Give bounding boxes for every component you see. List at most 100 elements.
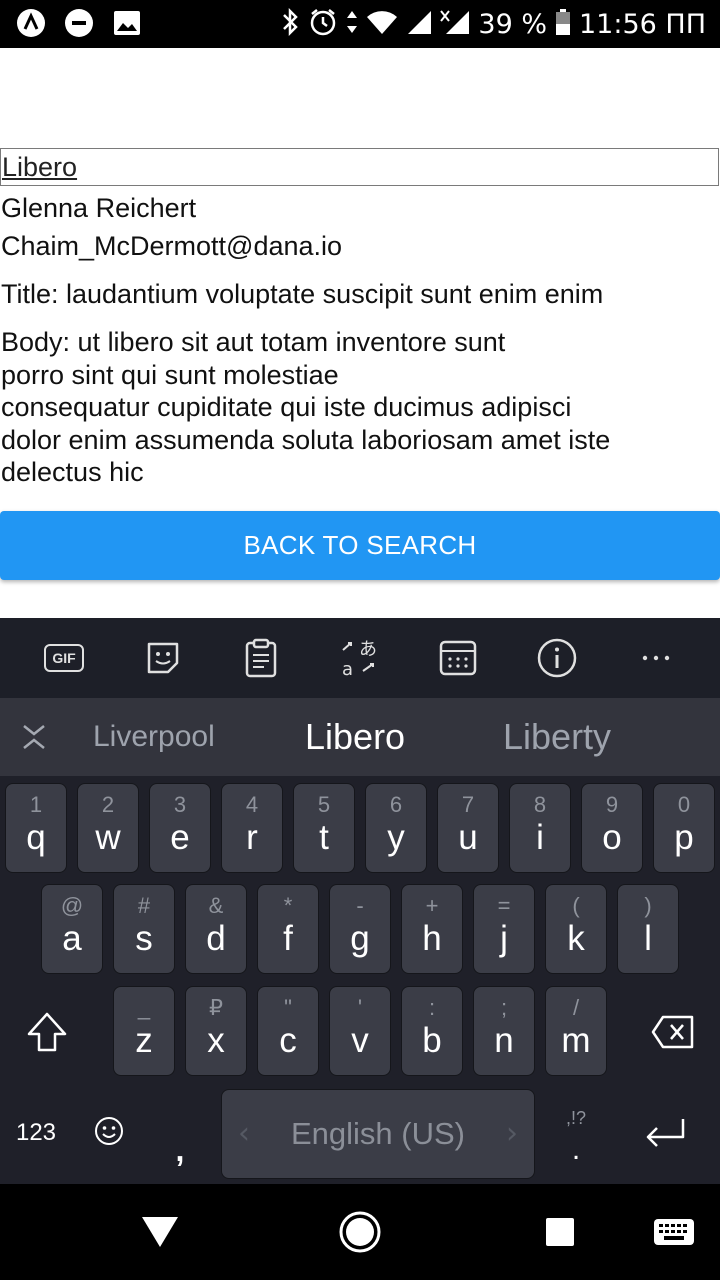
key-letter: m — [561, 1021, 591, 1060]
key-k[interactable]: (k — [545, 884, 607, 974]
result-title: Title: laudantium voluptate suscipit sun… — [1, 279, 604, 309]
sticker-icon[interactable] — [143, 638, 183, 678]
period-label: . — [571, 1132, 581, 1166]
key-d[interactable]: & d — [185, 884, 247, 974]
key-a[interactable]: @ a — [41, 884, 103, 974]
enter-icon[interactable] — [640, 1108, 692, 1158]
key-i[interactable]: 8i — [509, 783, 571, 873]
key-o[interactable]: 9o — [581, 783, 643, 873]
key-hint: @ — [60, 893, 84, 918]
key-g[interactable]: -g — [329, 884, 391, 974]
key-hint: ( — [572, 893, 580, 918]
suggestion-2[interactable]: Libero — [305, 698, 405, 776]
key-z[interactable]: _ z — [113, 986, 175, 1076]
key-m[interactable]: / m — [545, 986, 607, 1076]
result-email: Chaim_McDermott@dana.io — [1, 231, 343, 261]
numbers-key[interactable]: 123 — [10, 1108, 62, 1158]
key-letter: k — [567, 919, 585, 958]
key-letter: y — [387, 818, 405, 857]
key-hint: ) — [644, 893, 652, 918]
result-name: Glenna Reichert — [1, 193, 197, 223]
keyboard-switch-icon[interactable] — [650, 1208, 698, 1256]
key-letter: j — [500, 919, 508, 958]
comma-key[interactable]: , — [160, 1128, 200, 1172]
gif-icon[interactable]: GIF — [44, 638, 84, 678]
key-hint: : — [428, 995, 436, 1020]
key-hint: - — [356, 893, 364, 918]
home-nav-icon[interactable] — [336, 1208, 384, 1256]
battery-percent: 39 % — [478, 8, 547, 40]
key-e[interactable]: 3e — [149, 783, 211, 873]
key-hint: ₽ — [209, 995, 223, 1020]
key-n[interactable]: ; n — [473, 986, 535, 1076]
data-transfer-icon — [346, 9, 358, 40]
key-b[interactable]: :b — [401, 986, 463, 1076]
key-letter: b — [422, 1021, 442, 1060]
key-letter: x — [207, 1021, 225, 1060]
clock: 11:56 ПП — [579, 8, 706, 40]
key-letter: a — [62, 919, 82, 958]
key-letter: v — [351, 1021, 369, 1060]
key-hint: # — [137, 893, 151, 918]
collapse-icon[interactable] — [20, 722, 48, 757]
back-nav-icon[interactable] — [136, 1208, 184, 1256]
key-letter: u — [458, 818, 478, 857]
key-hint: ' — [357, 995, 363, 1020]
key-y[interactable]: 6y — [365, 783, 427, 873]
key-hint: 7 — [461, 792, 475, 817]
clipboard-icon[interactable] — [241, 638, 281, 678]
key-letter: h — [422, 919, 442, 958]
back-to-search-button[interactable]: BACK TO SEARCH — [0, 511, 720, 580]
do-not-disturb-icon — [64, 8, 94, 38]
key-v[interactable]: ' v — [329, 986, 391, 1076]
info-icon[interactable] — [537, 638, 577, 678]
key-letter: r — [246, 818, 258, 857]
suggestion-1[interactable]: Liverpool — [93, 698, 215, 776]
shift-icon[interactable] — [22, 1007, 72, 1057]
search-input[interactable]: Libero — [0, 148, 719, 186]
space-right-arrow-icon: › — [506, 1116, 518, 1151]
key-f[interactable]: * f — [257, 884, 319, 974]
key-p[interactable]: 0p — [653, 783, 715, 873]
key-j[interactable]: = j — [473, 884, 535, 974]
keyboard-toolbar: GIF あa — [0, 618, 720, 698]
signal-icon-2 — [440, 9, 470, 40]
more-icon[interactable] — [636, 638, 676, 678]
key-hint: 8 — [533, 792, 547, 817]
suggestion-3[interactable]: Liberty — [503, 698, 611, 776]
bluetooth-icon — [280, 7, 300, 41]
backspace-icon[interactable] — [648, 1010, 698, 1054]
key-r[interactable]: 4r — [221, 783, 283, 873]
key-hint: & — [208, 893, 224, 918]
period-key[interactable]: ,!? . — [556, 1092, 596, 1182]
key-letter: z — [135, 1021, 153, 1060]
calendar-icon[interactable] — [438, 638, 478, 678]
key-hint: ; — [500, 995, 508, 1020]
key-hint: 5 — [317, 792, 331, 817]
key-letter: f — [283, 919, 293, 958]
gif-label: GIF — [44, 644, 84, 672]
key-x[interactable]: ₽ x — [185, 986, 247, 1076]
key-t[interactable]: 5t — [293, 783, 355, 873]
key-hint: 1 — [29, 792, 43, 817]
space-bar[interactable]: ‹ English (US) › — [221, 1089, 535, 1179]
svg-text:あ: あ — [359, 639, 377, 660]
key-s[interactable]: # s — [113, 884, 175, 974]
key-letter: i — [536, 818, 544, 857]
key-u[interactable]: 7u — [437, 783, 499, 873]
emoji-icon[interactable] — [92, 1114, 126, 1148]
key-c[interactable]: " c — [257, 986, 319, 1076]
key-hint: " — [284, 995, 292, 1020]
key-hint: 0 — [677, 792, 691, 817]
key-hint: / — [572, 995, 580, 1020]
period-hint: ,!? — [565, 1107, 586, 1128]
key-w[interactable]: 2w — [77, 783, 139, 873]
key-q[interactable]: 1q — [5, 783, 67, 873]
key-letter: t — [319, 818, 329, 857]
key-h[interactable]: + h — [401, 884, 463, 974]
key-l[interactable]: ) l — [617, 884, 679, 974]
recents-nav-icon[interactable] — [536, 1208, 584, 1256]
key-letter: e — [170, 818, 190, 857]
translate-icon[interactable]: あa — [339, 638, 379, 678]
key-letter: g — [350, 919, 370, 958]
